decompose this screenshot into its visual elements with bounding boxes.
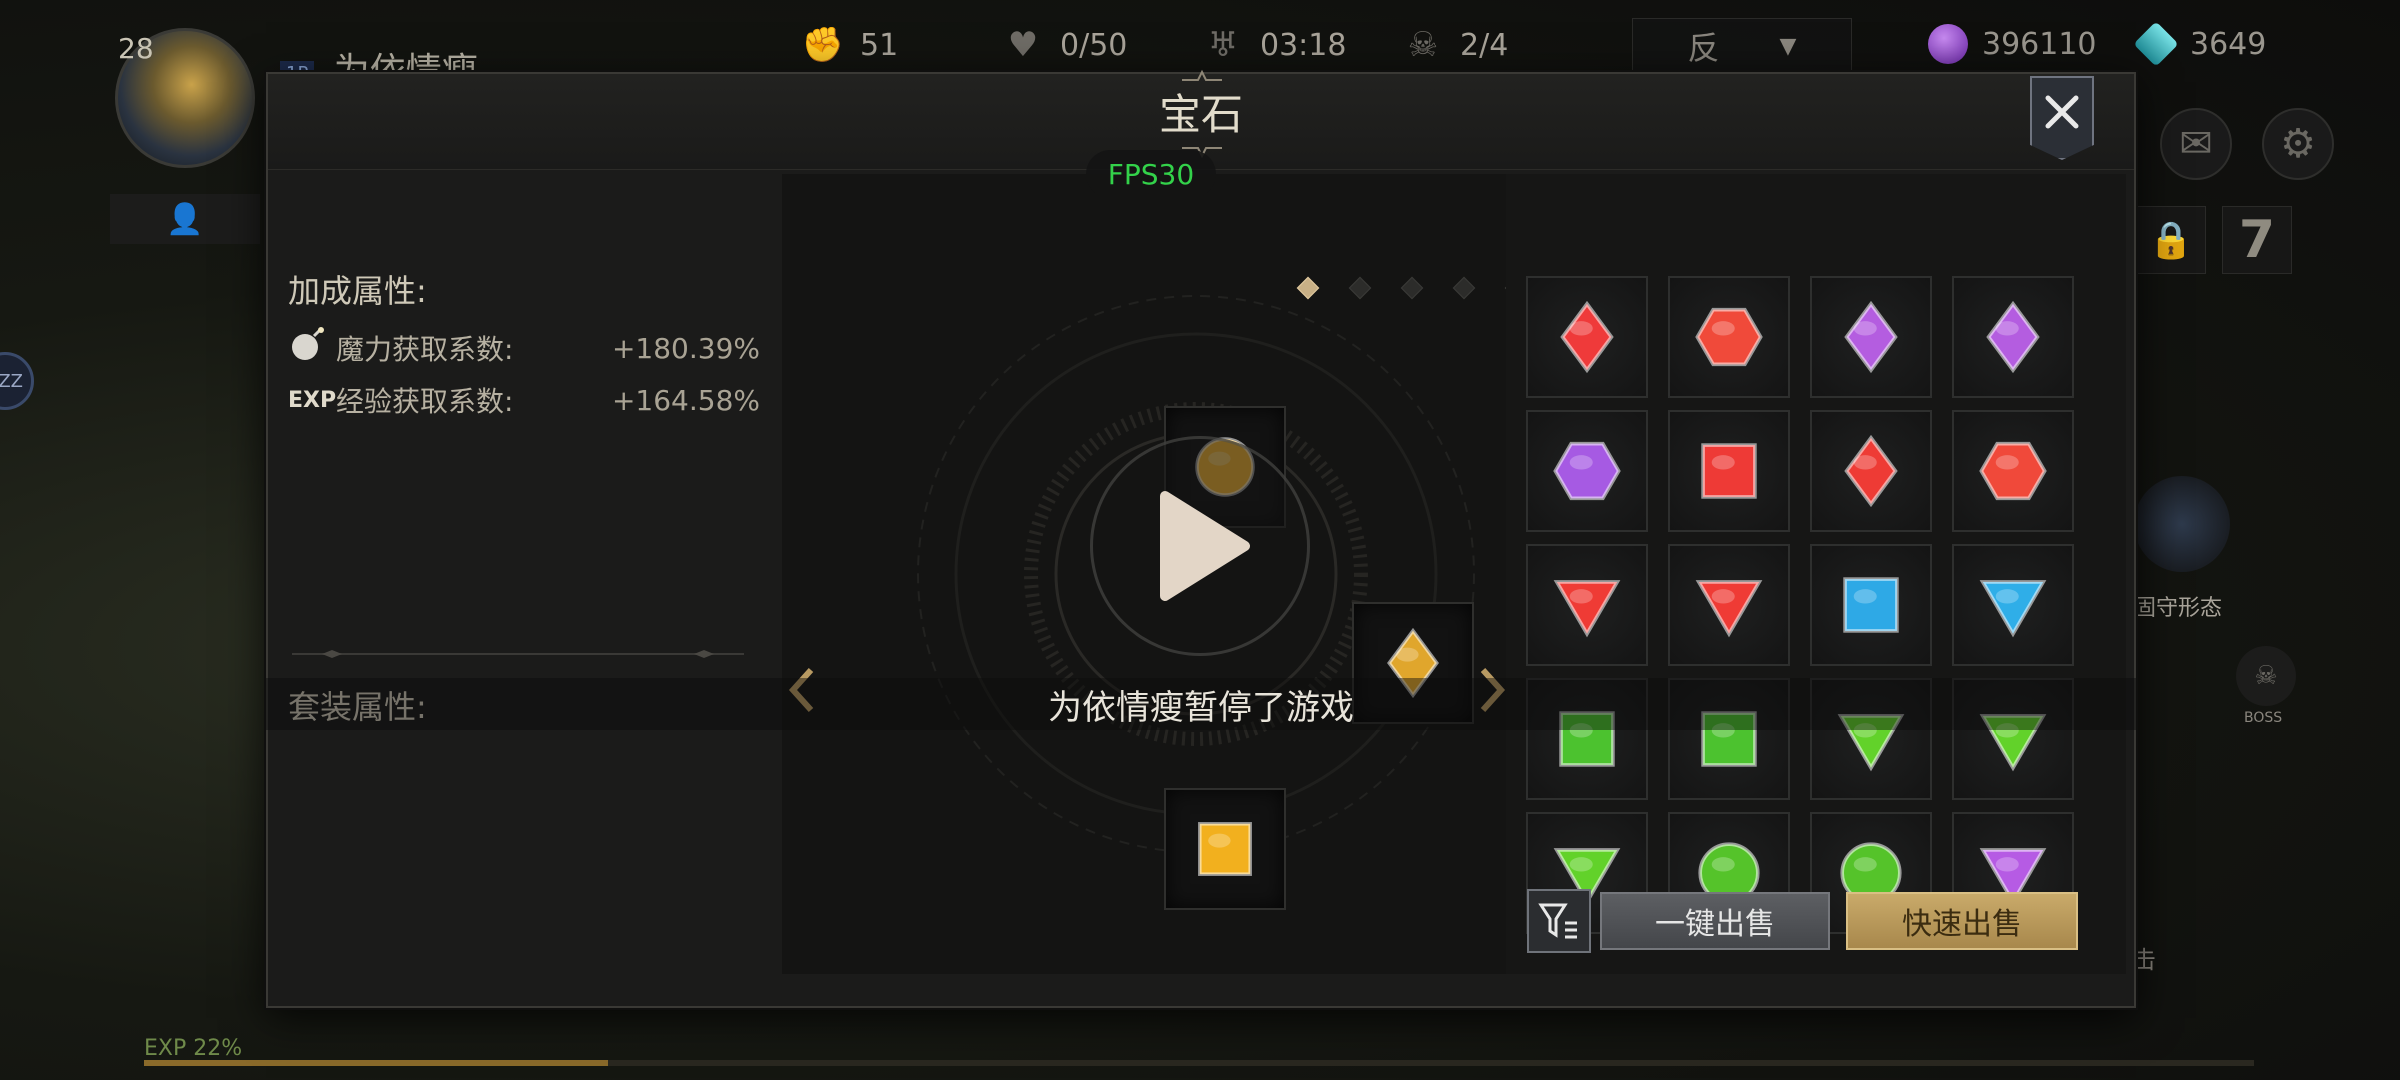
play-icon	[1160, 491, 1250, 601]
attributes-panel: 加成属性: 魔力获取系数: +180.39% EXP 经验获取系数: +164.…	[268, 174, 768, 1004]
page-indicator	[782, 274, 1512, 304]
exp-icon: EXP	[288, 387, 337, 413]
attribute-exp-name: 经验获取系数:	[336, 385, 514, 418]
stat-timer: ♅ 03:18	[1200, 22, 1347, 68]
page-dot-1[interactable]	[1296, 276, 1320, 300]
level-badge: 7	[2222, 206, 2292, 274]
diamond-gem-icon	[1844, 435, 1898, 507]
fps-counter: FPS30	[1086, 150, 1216, 198]
triangle-gem-icon	[1553, 580, 1621, 638]
heart-rate-icon: ♥	[1007, 25, 1039, 65]
user-icon[interactable]: 👤	[110, 194, 260, 244]
skull-icon: ☠	[1407, 25, 1439, 65]
demon-horns-icon: ♅	[1207, 25, 1239, 65]
stat-power-value: 51	[860, 27, 899, 63]
quick-sell-button[interactable]: 快速出售	[1846, 892, 2078, 950]
inventory-gem-slot[interactable]	[1952, 410, 2074, 532]
mode-dropdown-value: 反	[1687, 29, 1720, 67]
guard-skill-icon[interactable]	[2134, 476, 2230, 572]
inventory-gem-slot[interactable]	[1952, 276, 2074, 398]
hexagon-gem-icon	[1979, 441, 2047, 501]
stat-heart-value: 0/50	[1060, 27, 1128, 63]
section-divider	[292, 650, 744, 658]
triangle-gem-icon	[1979, 580, 2047, 638]
page-dot-3[interactable]	[1400, 276, 1424, 300]
filter-button[interactable]	[1527, 889, 1591, 953]
stat-power: ✊ 51	[800, 22, 898, 68]
resume-play-button[interactable]	[1090, 436, 1310, 656]
exp-bar	[144, 1060, 2254, 1066]
crystal-icon	[2133, 21, 2179, 67]
guard-skill-label: 固守形态	[2134, 596, 2223, 621]
mode-dropdown[interactable]: 反 ▼	[1632, 18, 1852, 74]
triangle-gem-icon	[1695, 580, 1763, 638]
modal-title: 宝石	[1158, 90, 1243, 139]
attribute-exp-value: +164.58%	[611, 383, 760, 417]
inventory-gem-slot[interactable]	[1668, 544, 1790, 666]
hexagon-gem-icon	[1553, 441, 1621, 501]
diamond-gem-icon	[1986, 301, 2040, 373]
stat-timer-value: 03:18	[1260, 27, 1347, 63]
attribute-mana-name: 魔力获取系数:	[336, 333, 514, 366]
player-level: 28	[118, 32, 154, 65]
inventory-gem-slot[interactable]	[1810, 410, 1932, 532]
socket-bottom-left[interactable]	[1164, 788, 1286, 910]
currency-mana: 396110	[1928, 24, 2097, 64]
stat-heart: ♥ 0/50	[1000, 22, 1128, 68]
inventory-gem-slot[interactable]	[1668, 276, 1790, 398]
currency-crystal-value: 3649	[2190, 26, 2267, 62]
gem-inventory-grid	[1506, 174, 2126, 974]
fist-icon: ✊	[801, 25, 845, 65]
inventory-gem-slot[interactable]	[1526, 410, 1648, 532]
attribute-exp: EXP 经验获取系数: +164.58%	[288, 380, 760, 420]
chevron-down-icon: ▼	[1779, 33, 1797, 59]
square-gem-icon	[1198, 822, 1252, 876]
bonus-section-title: 加成属性:	[288, 272, 427, 310]
pause-message: 为依情瘦暂停了游戏	[1048, 687, 1354, 728]
exp-label: EXP 22%	[144, 1036, 243, 1061]
inventory-gem-slot[interactable]	[1952, 544, 2074, 666]
inventory-gem-slot[interactable]	[1526, 544, 1648, 666]
exp-bar-fill	[144, 1060, 609, 1066]
stat-boss: ☠ 2/4	[1400, 22, 1509, 68]
square-gem-icon	[1843, 577, 1899, 633]
stat-boss-value: 2/4	[1460, 27, 1509, 63]
square-gem-icon	[1701, 443, 1757, 499]
side-badge[interactable]: ZZ	[0, 352, 34, 410]
gear-icon[interactable]: ⚙	[2262, 108, 2334, 180]
currency-mana-value: 396110	[1982, 26, 2097, 62]
inventory-gem-slot[interactable]	[1526, 276, 1648, 398]
lock-icon: 🔒	[2136, 206, 2206, 274]
hexagon-gem-icon	[1695, 307, 1763, 367]
filter-icon	[1538, 903, 1577, 939]
diamond-gem-icon	[1560, 301, 1614, 373]
close-icon	[2045, 95, 2079, 129]
attribute-mana-value: +180.39%	[611, 331, 760, 365]
boss-skull-icon[interactable]: ☠	[2236, 646, 2296, 706]
page-dot-4[interactable]	[1452, 276, 1476, 300]
sell-all-button[interactable]: 一键出售	[1600, 892, 1830, 950]
mana-bomb-icon	[288, 326, 328, 370]
purple-orb-icon	[1928, 24, 1968, 64]
page-dot-2[interactable]	[1348, 276, 1372, 300]
inventory-gem-slot[interactable]	[1668, 410, 1790, 532]
inventory-gem-slot[interactable]	[1810, 276, 1932, 398]
close-button[interactable]	[2030, 76, 2094, 160]
mail-icon[interactable]: ✉	[2160, 108, 2232, 180]
diamond-gem-icon	[1844, 301, 1898, 373]
attribute-mana: 魔力获取系数: +180.39%	[288, 326, 760, 370]
currency-crystal: 3649	[2133, 21, 2267, 67]
inventory-gem-slot[interactable]	[1810, 544, 1932, 666]
boss-label: BOSS	[2244, 710, 2283, 726]
pause-banner: 为依情瘦暂停了游戏	[266, 678, 2136, 730]
